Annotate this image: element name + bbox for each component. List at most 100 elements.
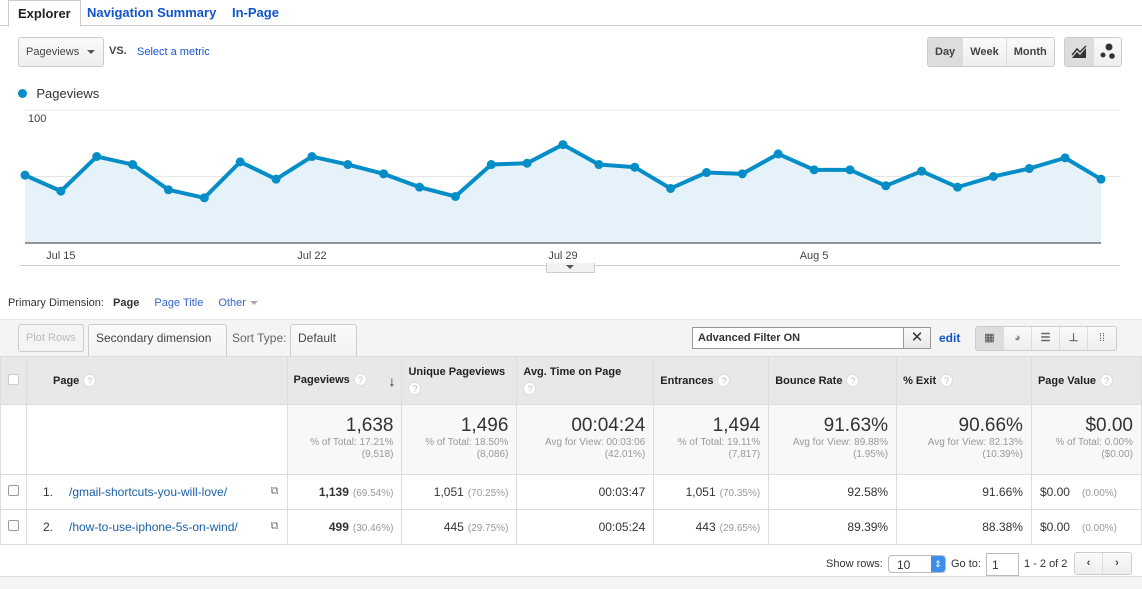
table-view-toggle: ▦ ◕ ☰ ⊥ ⁞⁞	[975, 326, 1117, 351]
header-entrances[interactable]: Entrances?	[653, 356, 770, 405]
chart-resize-handle[interactable]	[546, 263, 595, 273]
pageviews-chart: 10050Jul 15Jul 22Jul 29Aug 5	[20, 109, 1120, 262]
comparison-view-icon[interactable]: ⊥	[1060, 327, 1088, 350]
data-point	[558, 140, 568, 150]
data-point	[486, 160, 496, 170]
x-tick-label: Jul 22	[297, 250, 326, 262]
data-point	[773, 149, 783, 159]
unique-pageviews-value: 445	[443, 520, 464, 534]
help-icon: ?	[523, 382, 537, 395]
data-point	[594, 160, 604, 170]
page-link[interactable]: /gmail-shortcuts-you-will-love/	[69, 485, 227, 499]
header-avg-time[interactable]: Avg. Time on Page?	[516, 356, 655, 405]
dimension-page[interactable]: Page	[113, 297, 139, 309]
entrances-value: 1,051	[685, 485, 716, 499]
plot-rows-button[interactable]: Plot Rows	[18, 324, 84, 352]
line-chart-icon[interactable]	[1065, 38, 1094, 66]
row-checkbox[interactable]	[7, 485, 19, 496]
tab-navigation-summary[interactable]: Navigation Summary	[78, 0, 225, 27]
month-button[interactable]: Month	[1006, 38, 1054, 66]
y-tick-label: 100	[28, 113, 46, 125]
edit-filter-link[interactable]: edit	[939, 331, 960, 345]
vs-label: VS.	[109, 45, 127, 57]
next-page-icon[interactable]: ›	[1103, 553, 1131, 574]
help-icon: ?	[353, 372, 367, 386]
open-external-icon[interactable]: ⧉	[271, 520, 279, 533]
tab-explorer[interactable]: Explorer	[8, 0, 81, 27]
exit-value: 91.66%	[896, 474, 1032, 510]
x-tick-label: Jul 29	[548, 250, 577, 262]
help-icon: ?	[940, 374, 954, 387]
dimension-other[interactable]: Other	[218, 297, 246, 309]
total-cell: 00:04:24 Avg for View: 00:03:06 (42.01%)	[516, 404, 655, 475]
goto-label: Go to:	[951, 558, 981, 570]
day-button[interactable]: Day	[928, 38, 964, 66]
data-point	[450, 191, 460, 201]
data-point	[1060, 153, 1070, 163]
data-point	[701, 168, 711, 178]
filter-input[interactable]: Advanced Filter ON	[692, 327, 904, 349]
show-rows-select[interactable]: 10 ⇕	[888, 555, 946, 573]
header-pageviews[interactable]: Pageviews? ↓	[286, 356, 403, 405]
total-cell: 1,638% of Total: 17.21% (9,518)	[286, 404, 403, 475]
row-number: 2.	[42, 520, 53, 534]
tab-in-page[interactable]: In-Page	[223, 0, 288, 27]
dimension-page-title[interactable]: Page Title	[154, 297, 203, 309]
data-point	[1024, 164, 1034, 174]
chevron-down-icon	[87, 50, 96, 55]
week-button[interactable]: Week	[963, 38, 1007, 66]
help-icon: ?	[408, 382, 422, 395]
header-bounce-rate[interactable]: Bounce Rate?	[768, 356, 898, 405]
prev-page-icon[interactable]: ‹	[1075, 553, 1103, 574]
help-icon: ?	[846, 374, 860, 387]
metric-value: Pageviews	[26, 46, 80, 58]
open-external-icon[interactable]: ⧉	[271, 485, 279, 498]
metric-dropdown[interactable]: Pageviews	[18, 37, 104, 67]
total-cell: 1,496% of Total: 18.50% (8,086)	[401, 404, 518, 475]
data-point	[343, 160, 353, 170]
total-cell: 1,494% of Total: 19.11% (7,817)	[653, 404, 770, 475]
clear-filter-icon[interactable]: ✕	[903, 327, 931, 349]
header-unique-pageviews[interactable]: Unique Pageviews?	[401, 356, 518, 405]
help-icon: ?	[83, 374, 97, 387]
secondary-dimension-label: Secondary dimension	[96, 331, 212, 345]
data-point	[666, 183, 676, 193]
row-checkbox[interactable]	[7, 520, 19, 531]
exit-value: 88.38%	[896, 509, 1032, 545]
bounce-rate-value: 89.39%	[768, 509, 898, 545]
table-header: Page? Pageviews? ↓ Unique Pageviews? Avg.…	[0, 356, 1142, 405]
chevron-down-icon	[566, 265, 574, 269]
data-point	[271, 174, 281, 184]
data-point	[163, 185, 173, 195]
goto-input[interactable]: 1	[986, 553, 1019, 576]
chart-type-toggle	[1064, 37, 1122, 67]
select-metric-link[interactable]: Select a metric	[137, 46, 210, 58]
header-page-value[interactable]: Page Value?	[1030, 356, 1142, 405]
motion-chart-icon[interactable]	[1094, 38, 1121, 66]
pie-view-icon[interactable]: ◕	[1004, 327, 1032, 350]
data-point	[415, 182, 425, 192]
help-icon: ?	[717, 374, 731, 387]
x-tick-label: Jul 15	[46, 250, 75, 262]
page-link[interactable]: /how-to-use-iphone-5s-on-wind/	[69, 520, 238, 534]
data-point	[379, 169, 389, 179]
totals-row: 1,638% of Total: 17.21% (9,518) 1,496% of …	[0, 404, 1142, 475]
bar-view-icon[interactable]: ☰	[1032, 327, 1060, 350]
table-row: 2./how-to-use-iphone-5s-on-wind/⧉ 499 (30…	[0, 509, 1142, 545]
table-view-icon[interactable]: ▦	[976, 327, 1004, 350]
data-point	[128, 160, 138, 170]
data-point	[845, 165, 855, 175]
header-page[interactable]: Page?	[25, 356, 288, 405]
data-point	[809, 165, 819, 175]
header-exit[interactable]: % Exit?	[896, 356, 1032, 405]
pivot-view-icon[interactable]: ⁞⁞	[1088, 327, 1116, 350]
select-all-checkbox[interactable]	[7, 373, 19, 385]
bounce-rate-value: 92.58%	[768, 474, 898, 510]
data-point	[199, 193, 209, 203]
report-tabs: Explorer Navigation Summary In-Page	[0, 0, 1142, 27]
sort-type-label: Sort Type:	[232, 331, 287, 345]
avg-time-value: 00:05:24	[516, 509, 655, 545]
data-point	[953, 182, 963, 192]
data-point	[92, 152, 102, 162]
page-value: $0.00	[1039, 520, 1070, 534]
